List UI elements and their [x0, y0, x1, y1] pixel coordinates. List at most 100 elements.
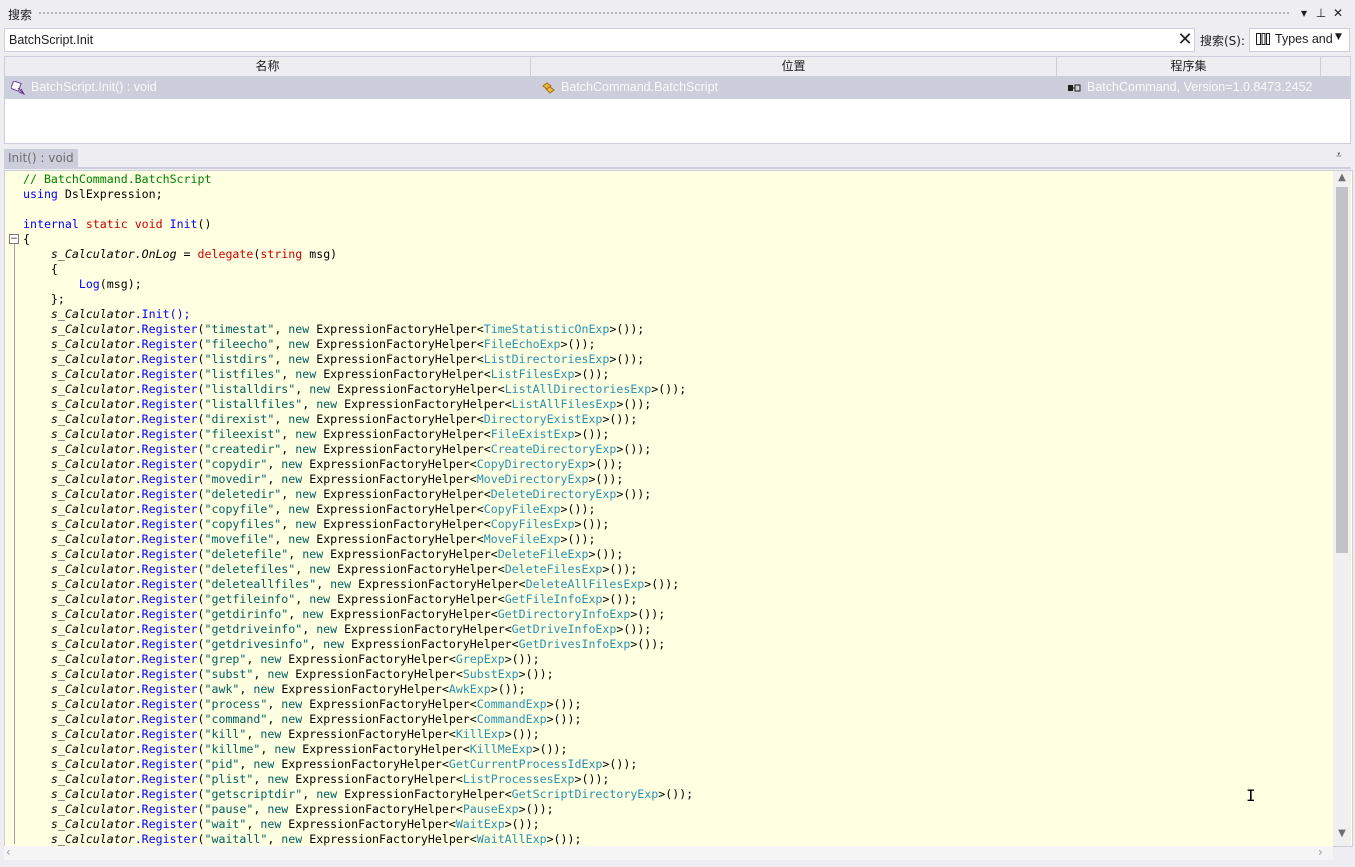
code-keyword: new	[309, 562, 331, 576]
pin-button[interactable]: ⊥	[1314, 5, 1328, 21]
register-exp-type: DeleteAllFilesExp	[525, 577, 645, 591]
code-method-name: .Register	[134, 667, 198, 681]
scroll-down-icon[interactable]: ▼	[1333, 828, 1351, 839]
code-type-name: ExpressionFactoryHelper	[316, 352, 477, 366]
code-type-name: ExpressionFactoryHelper	[316, 532, 477, 546]
method-icon	[11, 81, 25, 95]
code-type-name: ExpressionFactoryHelper	[323, 517, 484, 531]
code-type-name: ExpressionFactoryHelper	[323, 442, 484, 456]
register-exp-type: GetCurrentProcessIdExp	[448, 757, 603, 771]
code-text-run: DslExpression;	[57, 187, 163, 201]
code-identifier: s_Calculator	[50, 832, 135, 846]
code-method-name: .Register	[134, 787, 198, 801]
code-type-name: ExpressionFactoryHelper	[295, 772, 456, 786]
code-type-name: ExpressionFactoryHelper	[344, 622, 505, 636]
code-method-name: .Register	[134, 382, 198, 396]
register-exp-type: GetFileInfoExp	[504, 592, 603, 606]
scroll-left-icon[interactable]: ‹	[6, 845, 11, 859]
register-exp-type: AwkExp	[448, 682, 491, 696]
column-header-name[interactable]: 名称	[5, 57, 531, 76]
code-method-name: .Register	[134, 682, 198, 696]
code-type-name: ExpressionFactoryHelper	[351, 637, 512, 651]
code-comment: // BatchCommand.BatchScript	[23, 172, 212, 186]
class-icon	[542, 82, 555, 94]
code-method-name: .Register	[134, 532, 198, 546]
vertical-scroll-thumb[interactable]	[1336, 187, 1348, 553]
register-name-literal: "plist"	[204, 772, 254, 786]
column-header-location[interactable]: 位置	[531, 57, 1057, 76]
register-name-literal: "grep"	[204, 652, 247, 666]
register-exp-type: DeleteFilesExp	[504, 562, 603, 576]
code-keyword: new	[267, 772, 289, 786]
code-brace: {	[23, 232, 30, 246]
code-method-name: .Register	[134, 487, 198, 501]
register-name-literal: "getscriptdir"	[204, 787, 303, 801]
register-name-literal: "copyfiles"	[204, 517, 282, 531]
register-name-literal: "listalldirs"	[204, 382, 296, 396]
panel-menu-button[interactable]: ▾	[1297, 5, 1311, 21]
code-type-name: ExpressionFactoryHelper	[309, 832, 470, 846]
clear-search-icon[interactable]: ✕	[1175, 30, 1195, 50]
register-exp-type: SubstExp	[462, 667, 519, 681]
register-exp-type: WaitExp	[455, 817, 505, 831]
code-type-name: ExpressionFactoryHelper	[323, 487, 484, 501]
register-name-literal: "movefile"	[204, 532, 275, 546]
register-name-literal: "deletefiles"	[204, 562, 296, 576]
code-method-name: .Register	[134, 742, 198, 756]
scroll-up-icon[interactable]: ▲	[1333, 172, 1351, 183]
register-exp-type: GrepExp	[455, 652, 505, 666]
code-identifier: s_Calculator	[50, 742, 135, 756]
register-name-literal: "listfiles"	[204, 367, 282, 381]
register-exp-type: KillMeExp	[469, 742, 533, 756]
register-name-literal: "wait"	[204, 817, 247, 831]
scroll-right-icon[interactable]: ›	[1318, 845, 1323, 859]
register-exp-type: CopyDirectoryExp	[476, 457, 589, 471]
scope-icon	[1256, 33, 1270, 45]
code-type-name: ExpressionFactoryHelper	[344, 397, 505, 411]
code-method-name: Log	[78, 277, 100, 291]
close-button[interactable]: ✕	[1331, 5, 1345, 21]
detail-menu-icon[interactable]: ⩡	[1336, 150, 1342, 161]
panel-title: 搜索	[8, 8, 33, 22]
search-input[interactable]	[9, 30, 1159, 50]
detail-tab[interactable]: Init() : void	[4, 149, 78, 167]
collapse-icon[interactable]: −	[9, 234, 19, 244]
table-row[interactable]: BatchScript.Init() : void BatchCommand.B…	[5, 77, 1350, 99]
horizontal-scrollbar[interactable]	[4, 846, 1333, 860]
code-type-name: ExpressionFactoryHelper	[358, 577, 519, 591]
code-identifier: s_Calculator	[50, 757, 135, 771]
code-type-name: ExpressionFactoryHelper	[337, 592, 498, 606]
result-assembly: BatchCommand, Version=1.0.8473.2452	[1087, 80, 1313, 94]
code-keyword: new	[288, 412, 310, 426]
code-keyword: new	[316, 397, 338, 411]
title-grip[interactable]	[38, 11, 1290, 16]
search-scope-dropdown[interactable]: Types and Members ▼	[1249, 28, 1350, 52]
code-keyword: new	[288, 352, 310, 366]
code-method-name: .Register	[134, 607, 198, 621]
code-keyword: new	[260, 817, 282, 831]
code-type-name: ExpressionFactoryHelper	[330, 547, 491, 561]
column-header-assembly[interactable]: 程序集	[1057, 57, 1321, 76]
register-name-literal: "getdrivesinfo"	[204, 637, 310, 651]
register-exp-type: GetScriptDirectoryExp	[511, 787, 659, 801]
register-name-literal: "fileexist"	[204, 427, 282, 441]
code-type-name: ExpressionFactoryHelper	[323, 427, 484, 441]
code-text[interactable]: // BatchCommand.BatchScript using DslExp…	[23, 172, 693, 846]
code-identifier: s_Calculator	[50, 727, 135, 741]
code-type-name: ExpressionFactoryHelper	[302, 742, 463, 756]
register-name-literal: "listdirs"	[204, 352, 275, 366]
code-method-name: .Register	[134, 502, 198, 516]
register-name-literal: "waitall"	[204, 832, 268, 846]
code-type-name: ExpressionFactoryHelper	[316, 322, 477, 336]
search-scope-value: Types and Members	[1275, 32, 1332, 46]
code-view[interactable]: − // BatchCommand.BatchScript using DslE…	[4, 170, 1353, 847]
code-type-name: ExpressionFactoryHelper	[337, 382, 498, 396]
code-text-run: msg)	[302, 247, 338, 261]
code-identifier: s_Calculator	[50, 592, 135, 606]
register-exp-type: MoveFileExp	[483, 532, 561, 546]
code-keyword: new	[330, 577, 352, 591]
code-identifier: s_Calculator	[50, 307, 135, 321]
code-method-name: .Register	[134, 592, 198, 606]
code-identifier: s_Calculator	[50, 637, 135, 651]
code-keyword: delegate	[197, 247, 254, 261]
